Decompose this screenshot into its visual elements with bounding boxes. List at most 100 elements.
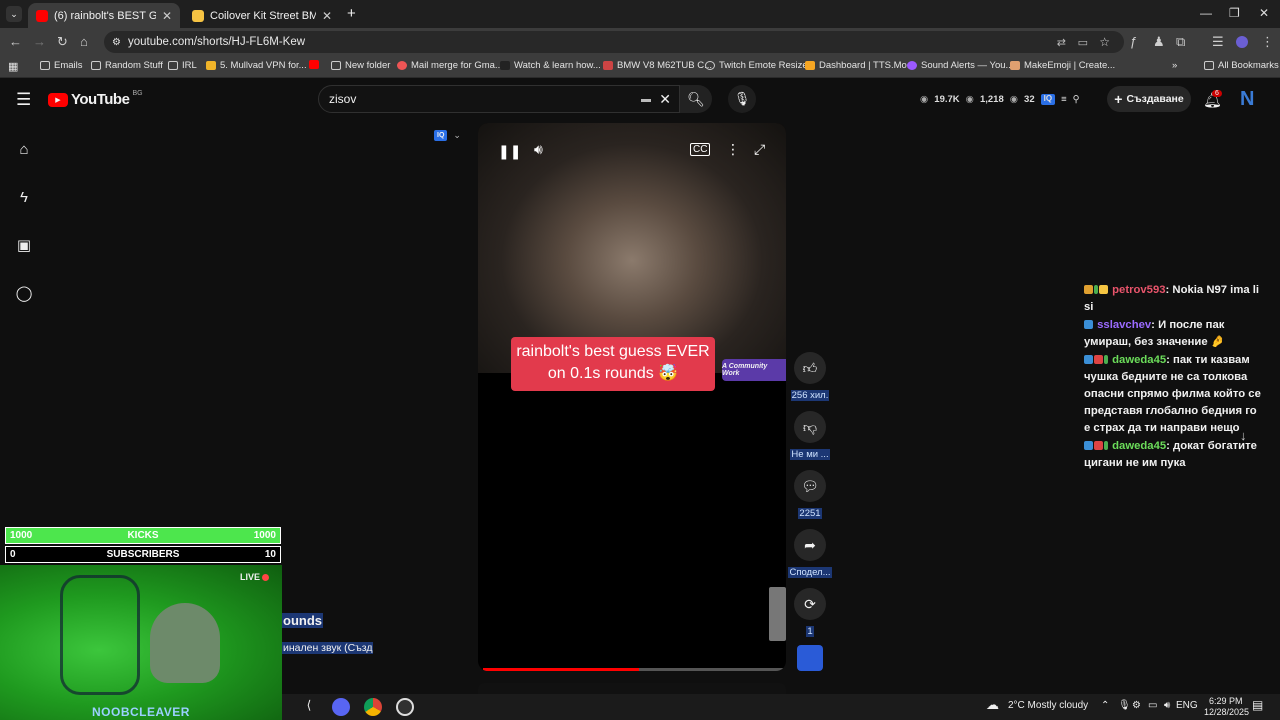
extension-icon[interactable]: ♟ [1153,34,1165,50]
close-tab-icon[interactable]: ✕ [322,9,332,23]
create-button[interactable]: + Създаване [1107,86,1191,112]
badge-icon [1084,441,1093,450]
back-icon[interactable]: ← [9,34,22,49]
minimize-icon[interactable]: — [1200,6,1212,20]
search-input[interactable]: zisov ▬ ✕ [318,85,680,113]
clock-date[interactable]: 12/28/2025 [1204,707,1249,717]
close-window-icon[interactable]: ✕ [1259,6,1269,20]
clock-time[interactable]: 6:29 PM [1209,696,1243,706]
site-info-icon[interactable]: ⚙ [112,37,121,48]
weather-icon[interactable]: ☁ [986,697,999,713]
mic-tray-icon[interactable]: 🎙︎ [1118,700,1131,711]
tab-search-icon[interactable]: ⌄ [6,6,22,22]
extension-badge-icon[interactable]: IQ [1040,94,1056,105]
video-progress-bar[interactable] [483,668,783,671]
pin-icon[interactable]: ⚲ [1073,94,1080,105]
translate-icon[interactable]: ⇄ [1057,36,1066,49]
discord-icon[interactable] [332,698,350,716]
queue-icon[interactable]: ≡ [1061,94,1067,105]
tab-youtube[interactable]: (6) rainbolt's BEST GUESSES ✕ [28,3,180,28]
bookmark-mail-merge[interactable]: Mail merge for Gma... [397,60,503,71]
dislike-button[interactable]: 👎︎ Не ми ... [788,411,832,462]
notifications-center-icon[interactable]: ▤ [1252,698,1263,712]
clear-search-icon[interactable]: ✕ [659,91,671,108]
caption-line: rainbolt's best guess EVER [516,343,710,360]
tab-coilover[interactable]: Coilover Kit Street BMW 7 (E38) ✕ [184,3,340,28]
bookmark-tts-dashboard[interactable]: Dashboard | TTS.Mo... [805,60,915,71]
pause-icon[interactable]: ❚❚ [498,143,521,160]
more-options-icon[interactable]: ⋮ [726,141,740,158]
search-button[interactable]: 🔍︎ [680,85,712,113]
language-indicator[interactable]: ENG [1176,700,1198,711]
shorts-icon[interactable]: ϟ [15,189,33,207]
bookmark-label: IRL [182,60,197,71]
bookmark-irl[interactable]: IRL [168,60,197,71]
volume-tray-icon[interactable]: 🔊︎ [1164,700,1170,711]
bookmark-new-folder[interactable]: New folder [331,60,390,71]
keyboard-icon[interactable]: ▬ [641,94,651,105]
weather-text[interactable]: 2°C Mostly cloudy [1008,700,1088,711]
shorts-video-player[interactable]: ❚❚ 🔊︎ CC ⋮ ⤢ rainbolt's best guess EVER … [478,123,786,671]
fullscreen-icon[interactable]: ⤢ [754,141,765,158]
cast-icon[interactable]: ▭ [1078,36,1088,49]
iq-extension-button[interactable]: IQ ⌄ [434,130,461,141]
goal-target: 10 [264,549,276,560]
voice-search-button[interactable]: 🎙︎ [728,85,756,113]
header-stats: ◉ 19.7K ◉ 1,218 ◉ 32 IQ ≡ ⚲ [920,94,1080,105]
all-bookmarks[interactable]: All Bookmarks [1204,60,1279,71]
network-tray-icon[interactable]: ⚙ [1132,700,1141,711]
bookmark-makeemoji[interactable]: MakeEmoji | Create... [1010,60,1115,71]
reload-icon[interactable]: ↻ [57,34,68,50]
mini-scrollbar[interactable] [769,587,786,641]
volume-icon[interactable]: 🔊︎ [534,141,543,158]
close-tab-icon[interactable]: ✕ [162,9,172,23]
like-button[interactable]: 👍︎ 256 хил. [788,352,832,403]
folder-icon [168,61,178,70]
taskbar-app-icon[interactable]: ⟨ [300,698,318,716]
forward-icon[interactable]: → [33,34,46,49]
tray-overflow-icon[interactable]: ⌃ [1101,700,1109,711]
address-bar[interactable]: ⚙ youtube.com/shorts/HJ-FL6M-Kew ⇄ ▭ ☆ [104,31,1124,53]
mail-merge-icon [397,61,407,70]
remix-icon: ⟳ [794,588,826,620]
account-avatar[interactable]: N [1240,88,1254,111]
you-account-icon[interactable]: ◯ [15,285,33,303]
remix-button[interactable]: ⟳ 1 [788,588,832,639]
more-bookmarks-icon[interactable]: » [1172,60,1177,71]
chrome-icon[interactable] [364,698,382,716]
home-icon[interactable]: ⌂ [80,34,88,49]
reading-list-icon[interactable]: ☰ [1212,34,1224,50]
browser-menu-icon[interactable]: ⋮ [1261,34,1274,50]
progress-fill [483,668,639,671]
bookmark-mullvad[interactable]: 5. Mullvad VPN for... [206,60,307,71]
bookmark-bmw[interactable]: BMW V8 M62TUB C... [603,60,712,71]
home-icon[interactable]: ⌂ [15,141,33,159]
sound-thumbnail[interactable] [797,645,823,671]
subscriptions-icon[interactable]: ▣ [15,237,33,255]
extensions-puzzle-icon[interactable]: ⧉ [1176,34,1185,50]
captions-icon[interactable]: CC [690,143,711,156]
bookmark-watch-learn[interactable]: Watch & learn how... [500,60,601,71]
restore-icon[interactable]: ❐ [1229,6,1240,20]
bookmark-random-stuff[interactable]: Random Stuff [91,60,163,71]
scroll-down-arrow-icon[interactable]: ↓ [1240,428,1247,443]
bookmark-star-icon[interactable]: ☆ [1099,35,1110,49]
new-tab-icon[interactable]: + [347,5,356,22]
apps-grid-icon[interactable]: ▦ [8,60,18,73]
extension-icon[interactable]: ƒ [1130,34,1137,49]
bookmark-youtube[interactable] [309,60,319,69]
badge-icon [1094,285,1098,294]
comments-button[interactable]: 💬︎ 2251 [788,470,832,521]
bookmark-emails[interactable]: Emails [40,60,83,71]
wifi-icon[interactable]: ▭ [1148,700,1157,711]
badge-icon [1094,441,1103,450]
profile-avatar-icon[interactable] [1236,36,1248,48]
bookmark-twitch-emote[interactable]: Twitch Emote Resizer [705,60,811,71]
youtube-logo[interactable]: ▶ YouTube BG [48,90,143,108]
obs-icon[interactable] [396,698,414,716]
youtube-play-icon: ▶ [48,92,68,107]
chat-username: daweda45 [1112,354,1167,366]
hamburger-menu-icon[interactable]: ☰ [16,90,31,110]
bookmark-sound-alerts[interactable]: Sound Alerts — You... [907,60,1013,71]
share-button[interactable]: ➦ Сподел... [788,529,832,580]
